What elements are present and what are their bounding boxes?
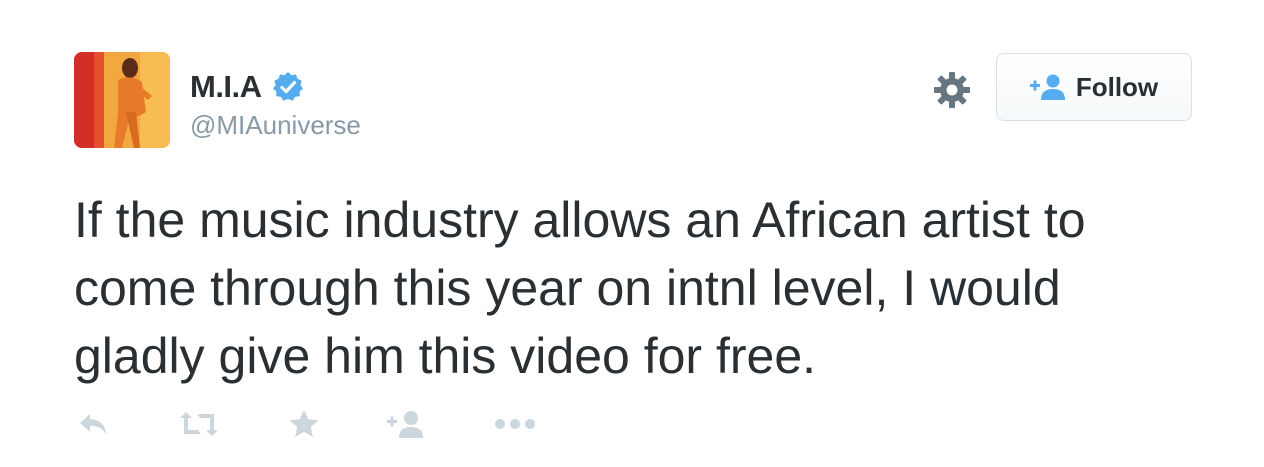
verified-badge-icon <box>272 71 304 103</box>
gear-icon[interactable] <box>932 70 972 110</box>
more-dots-icon[interactable] <box>494 404 536 444</box>
follow-button[interactable]: Follow <box>996 53 1192 121</box>
tweet-card: M.I.A @MIAuniverse Follow If the music i… <box>0 0 1264 467</box>
star-icon[interactable] <box>288 404 320 444</box>
reply-icon[interactable] <box>78 404 110 444</box>
retweet-icon[interactable] <box>178 404 220 444</box>
author-handle[interactable]: @MIAuniverse <box>190 110 361 141</box>
follow-button-label: Follow <box>1075 71 1159 102</box>
author-name[interactable]: M.I.A <box>190 69 262 105</box>
tweet-actions <box>74 404 554 444</box>
author-block: M.I.A @MIAuniverse <box>190 68 361 141</box>
author-name-row: M.I.A <box>190 68 361 106</box>
add-user-icon <box>1029 73 1066 101</box>
tweet-text: If the music industry allows an African … <box>74 192 1086 384</box>
avatar-image <box>74 52 170 148</box>
avatar[interactable] <box>74 52 170 148</box>
add-user-icon[interactable] <box>386 404 426 444</box>
